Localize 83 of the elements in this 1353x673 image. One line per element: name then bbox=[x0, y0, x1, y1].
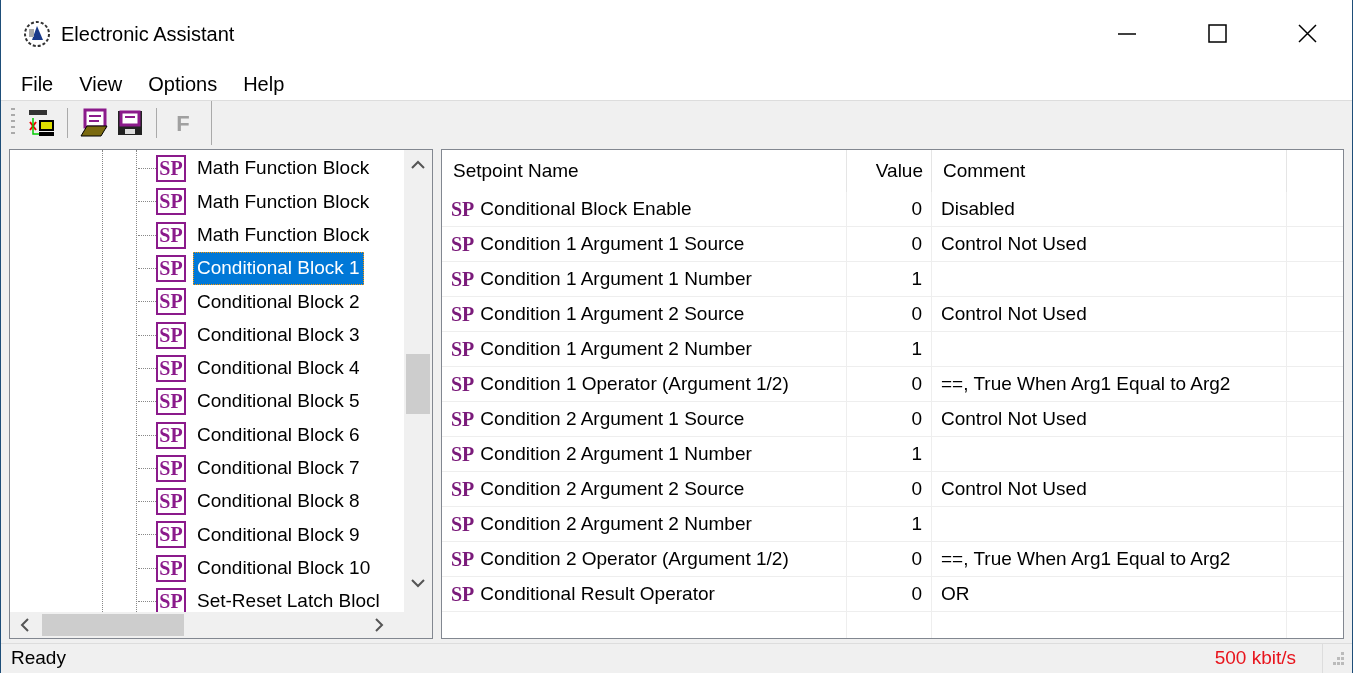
table-cell: 1 bbox=[847, 332, 932, 367]
table-cell: ==, True When Arg1 Equal to Arg2 bbox=[932, 367, 1287, 402]
tree-item[interactable]: Conditional Block 3 bbox=[193, 318, 364, 352]
table-cell-text: Condition 1 Argument 2 Source bbox=[480, 301, 745, 326]
table-cell-text: Conditional Block Enable bbox=[480, 196, 692, 221]
table-cell-text: Conditional Result Operator bbox=[480, 581, 715, 606]
table-cell: Control Not Used bbox=[932, 402, 1287, 437]
menu-item[interactable]: File bbox=[21, 69, 54, 99]
table-cell: 0 bbox=[847, 367, 932, 402]
table-cell: Control Not Used bbox=[932, 227, 1287, 262]
tree-item[interactable]: Conditional Block 2 bbox=[193, 285, 364, 319]
table-cell: 1 bbox=[847, 437, 932, 472]
table-cell: Control Not Used bbox=[932, 297, 1287, 332]
sp-label: SP bbox=[451, 407, 475, 432]
table-cell-text: Condition 1 Argument 1 Number bbox=[480, 266, 752, 291]
sp-label: SP bbox=[451, 547, 475, 572]
sp-label: SP bbox=[451, 267, 475, 292]
sp-badge: SP bbox=[156, 255, 186, 283]
tree-item[interactable]: Conditional Block 8 bbox=[193, 485, 364, 518]
tree-item[interactable]: Conditional Block 7 bbox=[193, 452, 364, 485]
sp-label: SP bbox=[451, 372, 475, 397]
sp-badge: SP bbox=[156, 288, 186, 316]
tree-item[interactable]: Conditional Block 6 bbox=[193, 418, 364, 452]
table-cell: 0 bbox=[847, 472, 932, 507]
sp-label: SP bbox=[451, 512, 475, 537]
table-cell: 0 bbox=[847, 297, 932, 332]
resize-grip-icon bbox=[1333, 652, 1344, 665]
column-header[interactable]: Setpoint Name bbox=[442, 150, 847, 192]
table-cell-text: Condition 2 Argument 2 Number bbox=[480, 511, 752, 536]
bitrate-text: 500 kbit/s bbox=[1214, 644, 1323, 673]
tree-item[interactable]: Math Function Block bbox=[193, 219, 374, 252]
table-cell-text: Condition 1 Argument 2 Number bbox=[480, 336, 752, 361]
table-cell: 0 bbox=[847, 542, 932, 577]
tree-item[interactable]: Set-Reset Latch Blocl bbox=[193, 585, 384, 612]
sp-badge: SP bbox=[156, 421, 186, 449]
sp-label: SP bbox=[451, 337, 475, 362]
sp-badge: SP bbox=[156, 221, 186, 249]
table-cell: 0 bbox=[847, 577, 932, 612]
tree-item[interactable]: Conditional Block 9 bbox=[193, 518, 364, 552]
tree-item[interactable]: Math Function Block bbox=[193, 152, 374, 185]
sp-badge: SP bbox=[156, 521, 186, 549]
sp-badge: SP bbox=[156, 488, 186, 516]
menu-item[interactable]: Options bbox=[148, 69, 218, 99]
table-cell: Disabled bbox=[932, 192, 1287, 227]
status-text: Ready bbox=[11, 646, 66, 671]
table-cell: 1 bbox=[847, 507, 932, 542]
table-cell: 0 bbox=[847, 227, 932, 262]
table-cell: 0 bbox=[847, 402, 932, 437]
table-cell-text: Condition 2 Argument 2 Source bbox=[480, 476, 745, 501]
menu-item[interactable]: View bbox=[79, 69, 123, 99]
column-header[interactable]: Comment bbox=[932, 150, 1287, 192]
sp-badge: SP bbox=[156, 188, 186, 216]
tree-item[interactable]: Conditional Block 1 bbox=[193, 252, 364, 285]
tree-item[interactable]: Conditional Block 5 bbox=[193, 385, 364, 418]
menu-item[interactable]: Help bbox=[243, 69, 285, 99]
table-cell-text: Condition 2 Argument 1 Source bbox=[480, 406, 745, 431]
table-cell-text: Condition 2 Argument 1 Number bbox=[480, 441, 752, 466]
tree-item[interactable]: Conditional Block 10 bbox=[193, 551, 375, 585]
table-cell: Control Not Used bbox=[932, 472, 1287, 507]
sp-badge: SP bbox=[156, 454, 186, 482]
sp-badge: SP bbox=[156, 354, 186, 382]
sp-label: SP bbox=[451, 582, 475, 607]
sp-label: SP bbox=[451, 197, 475, 222]
tree-item[interactable]: Conditional Block 4 bbox=[193, 352, 364, 385]
table-cell: ==, True When Arg1 Equal to Arg2 bbox=[932, 542, 1287, 577]
window-title: Electronic Assistant bbox=[61, 22, 235, 47]
sp-badge: SP bbox=[156, 554, 186, 582]
table-cell: 1 bbox=[847, 262, 932, 297]
sp-label: SP bbox=[451, 442, 475, 467]
sp-badge: SP bbox=[156, 321, 186, 349]
sp-label: SP bbox=[451, 302, 475, 327]
column-header[interactable]: Value bbox=[847, 150, 932, 192]
sp-label: SP bbox=[451, 477, 475, 502]
table-cell-text: Condition 1 Argument 1 Source bbox=[480, 231, 745, 256]
sp-label: SP bbox=[451, 232, 475, 257]
table-cell: OR bbox=[932, 577, 1287, 612]
table-cell-text: Condition 2 Operator (Argument 1/2) bbox=[480, 546, 789, 571]
table-cell-text: Condition 1 Operator (Argument 1/2) bbox=[480, 371, 789, 396]
tree-item[interactable]: Math Function Block bbox=[193, 185, 374, 219]
table-cell: 0 bbox=[847, 192, 932, 227]
sp-badge: SP bbox=[156, 155, 186, 183]
sp-badge: SP bbox=[156, 388, 186, 416]
app-logo-icon bbox=[23, 20, 51, 48]
